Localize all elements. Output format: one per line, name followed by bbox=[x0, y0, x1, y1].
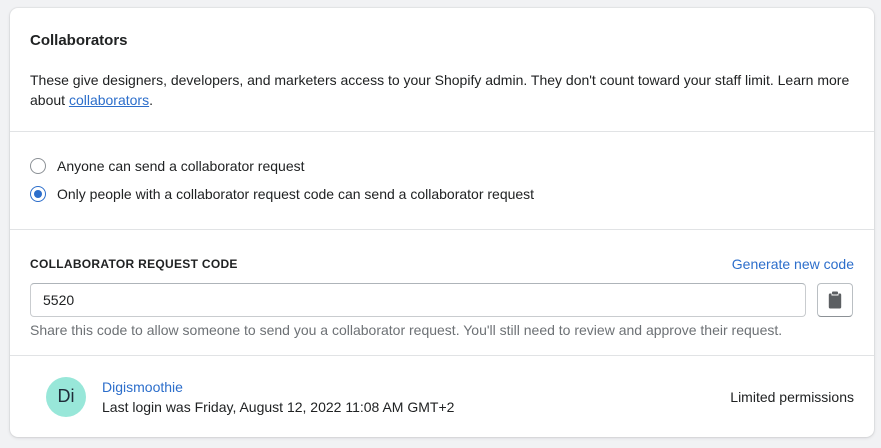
request-code-input[interactable] bbox=[30, 283, 806, 317]
request-options-section: Anyone can send a collaborator request O… bbox=[10, 132, 874, 230]
collaborator-name-link[interactable]: Digismoothie bbox=[102, 377, 730, 397]
collaborators-header-section: Collaborators These give designers, deve… bbox=[10, 8, 874, 132]
collaborator-info: Digismoothie Last login was Friday, Augu… bbox=[102, 377, 730, 417]
clipboard-icon bbox=[828, 291, 842, 309]
copy-code-button[interactable] bbox=[817, 283, 853, 317]
collaborator-row: Di Digismoothie Last login was Friday, A… bbox=[10, 356, 874, 437]
card-description: These give designers, developers, and ma… bbox=[30, 70, 860, 110]
request-code-section: Collaborator request code Generate new c… bbox=[10, 230, 874, 356]
collaborators-card: Collaborators These give designers, deve… bbox=[10, 8, 874, 437]
radio-anyone[interactable]: Anyone can send a collaborator request bbox=[30, 156, 854, 176]
radio-label-anyone: Anyone can send a collaborator request bbox=[57, 158, 305, 174]
card-title: Collaborators bbox=[30, 32, 128, 49]
radio-button-code-only[interactable] bbox=[30, 186, 46, 202]
avatar: Di bbox=[46, 376, 86, 417]
radio-code-only[interactable]: Only people with a collaborator request … bbox=[30, 184, 854, 204]
last-login-text: Last login was Friday, August 12, 2022 1… bbox=[102, 398, 455, 415]
radio-label-code-only: Only people with a collaborator request … bbox=[57, 186, 535, 202]
code-row bbox=[30, 283, 854, 317]
collaborators-link[interactable]: collaborators bbox=[69, 92, 149, 108]
description-suffix: . bbox=[149, 92, 153, 108]
code-help-text: Share this code to allow someone to send… bbox=[30, 322, 783, 338]
permissions-label: Limited permissions bbox=[730, 388, 854, 405]
code-section-title: Collaborator request code bbox=[30, 257, 238, 271]
generate-new-code-link[interactable]: Generate new code bbox=[732, 256, 854, 272]
code-header: Collaborator request code Generate new c… bbox=[30, 254, 854, 274]
radio-button-anyone[interactable] bbox=[30, 158, 46, 174]
